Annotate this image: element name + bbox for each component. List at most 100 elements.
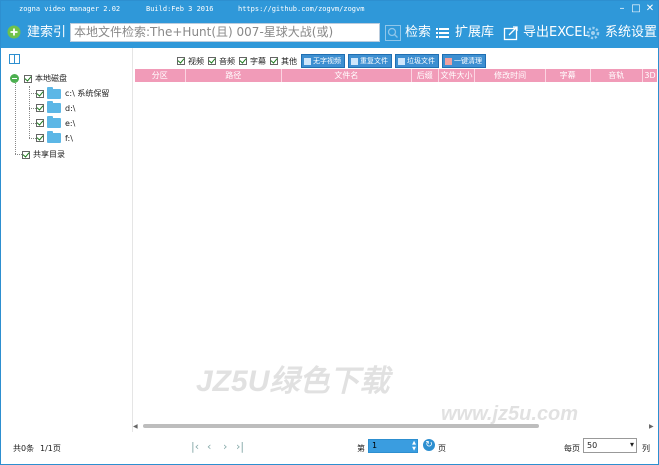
page-suffix: 页 [438,444,446,453]
column-header-3d[interactable]: 3D [643,69,657,82]
no-subtitle-video-button[interactable]: 无字视频 [301,54,345,68]
toolbar: 建索引 本地文件检索:The+Hunt(且) 007-星球大战(或) 检索 扩展… [1,18,658,48]
tree-node-drive-d[interactable]: d:\ [36,101,76,113]
checkbox-icon[interactable] [36,89,44,98]
tree-node-local-disk[interactable]: 本地磁盘 [10,73,67,84]
column-header-modified[interactable]: 修改时间 [475,69,546,82]
collapse-icon[interactable] [10,74,19,83]
system-settings-button[interactable]: 系统设置 [585,24,657,42]
prev-page-icon[interactable]: ‹ [207,440,211,453]
tree-node-drive-e[interactable]: e:\ [36,116,76,128]
close-button[interactable]: ✕ [643,3,657,15]
junk-files-button[interactable]: 垃圾文件 [395,54,439,68]
tree-line [29,93,36,94]
scroll-left-icon[interactable]: ◀ [133,424,139,430]
checkbox-icon[interactable] [36,134,44,142]
broom-icon [445,57,452,65]
tree-line [29,123,36,124]
filter-label: 音频 [219,56,235,66]
duplicate-files-button[interactable]: 重复文件 [348,54,392,68]
tree-node-drive-c[interactable]: c:\ 系统保留 [36,86,110,99]
filter-video[interactable]: 视频 [177,56,204,67]
column-header-size[interactable]: 文件大小 [439,69,476,82]
checkbox-icon[interactable] [36,104,44,112]
go-page-icon[interactable]: ↻ [423,439,435,451]
status-bar: 共0条 1/1页 |‹ ‹ › ›| 第 1 ▲ ▼ ↻ 页 每页 50 ▾ 列 [2,434,658,464]
button-label: 一键清理 [454,57,482,65]
checkbox-icon[interactable] [22,150,30,159]
extension-library-button[interactable]: 扩展库 [435,24,494,42]
checkbox-icon[interactable] [36,119,44,127]
drive-tree-panel: 本地磁盘 c:\ 系统保留 d:\ e:\ f:\ 共享目录 [2,48,133,432]
button-label: 无字视频 [313,57,341,65]
tree-node-shared[interactable]: 共享目录 [22,149,65,160]
build-info: Build:Feb 3 2016 [146,5,214,13]
filter-label: 视频 [188,56,204,66]
per-page-label: 每页 [564,444,580,453]
total-count: 共0条 [13,444,35,453]
checkbox-icon[interactable] [177,57,185,65]
search-input[interactable]: 本地文件检索:The+Hunt(且) 007-星球大战(或) [70,23,380,42]
checkbox-icon[interactable] [239,57,247,65]
tree-line [29,138,36,139]
extension-library-label: 扩展库 [455,25,495,40]
build-index-label: 建索引 [27,25,67,40]
button-label: 垃圾文件 [407,57,435,65]
page-number-input[interactable]: 1 ▲ ▼ [368,439,418,453]
plus-icon [7,25,23,41]
tree-label: f:\ [65,133,73,143]
export-icon [503,25,519,41]
project-url: https://github.com/zogvm/zogvm [238,5,365,13]
tree-line [29,108,36,109]
folder-icon [47,86,61,99]
filter-label: 字幕 [250,56,266,66]
column-header-extension[interactable]: 后缀 [412,69,439,82]
tree-label: d:\ [65,103,76,113]
per-page-select[interactable]: 50 ▾ [583,438,637,453]
chevron-down-icon[interactable]: ▾ [630,440,634,449]
last-page-icon[interactable]: ›| [236,440,244,453]
folder-icon [47,101,61,113]
next-page-icon[interactable]: › [223,440,227,453]
app-window: zogna video manager 2.02 Build:Feb 3 201… [0,0,659,465]
panel-toggle-icon[interactable] [9,54,20,67]
filter-label: 其他 [281,56,297,66]
maximize-button[interactable]: □ [629,3,643,15]
page-count: 1/1页 [40,444,61,453]
filter-subtitle[interactable]: 字幕 [239,56,266,67]
export-excel-button[interactable]: 导出EXCEL [503,24,590,42]
filter-bar: 视频 音频 字幕 其他 无字视频 重复文件 垃圾文件 一键清理 [177,54,489,68]
folder-icon [47,131,61,143]
video-icon [304,57,311,65]
tree-label: e:\ [65,118,76,128]
tree-label: c:\ 系统保留 [65,89,110,98]
tree-line [15,78,16,154]
filter-other[interactable]: 其他 [270,56,297,67]
first-page-icon[interactable]: |‹ [191,440,199,453]
tree-node-drive-f[interactable]: f:\ [36,131,73,143]
build-index-button[interactable]: 建索引 [7,24,66,42]
copy-icon [351,57,358,65]
column-header-partition[interactable]: 分区 [135,69,186,82]
checkbox-icon[interactable] [208,57,216,65]
minimize-button[interactable]: – [615,3,629,15]
scroll-thumb[interactable] [143,424,539,428]
app-name: zogna video manager 2.02 [19,5,121,13]
spinner-icon[interactable]: ▲ ▼ [412,440,416,452]
horizontal-scrollbar[interactable]: ◀ ▶ [133,423,657,430]
per-page-unit: 列 [642,444,650,453]
column-header-audio-track[interactable]: 音轨 [591,69,644,82]
page-number-value: 1 [372,441,378,450]
filter-audio[interactable]: 音频 [208,56,235,67]
checkbox-icon[interactable] [270,57,278,65]
scroll-right-icon[interactable]: ▶ [649,424,655,430]
column-header-subtitle[interactable]: 字幕 [546,69,591,82]
tree-line [15,154,22,155]
checkbox-icon[interactable] [24,74,32,83]
page-prefix: 第 [357,444,365,453]
column-header-path[interactable]: 路径 [186,69,282,82]
search-label: 检索 [405,25,432,40]
one-click-clean-button[interactable]: 一键清理 [442,54,486,68]
search-button[interactable]: 检索 [385,24,431,42]
column-header-filename[interactable]: 文件名 [282,69,412,82]
